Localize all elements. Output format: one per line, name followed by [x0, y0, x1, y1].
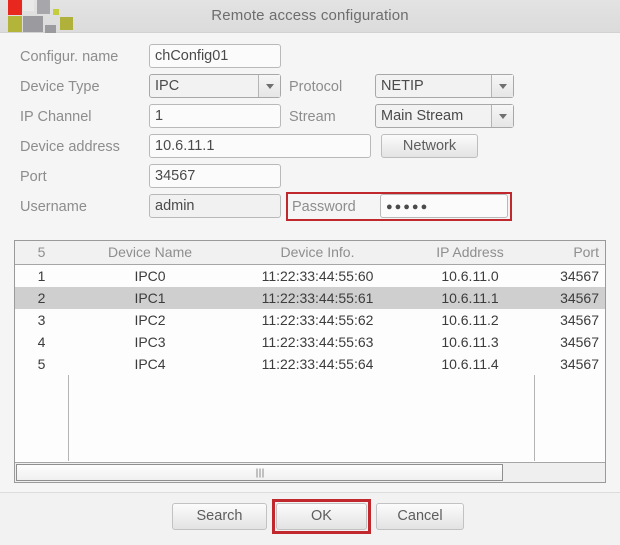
- table-row[interactable]: 1 IPC0 11:22:33:44:55:60 10.6.11.0 34567: [15, 265, 605, 287]
- table-row[interactable]: 3 IPC2 11:22:33:44:55:62 10.6.11.2 34567: [15, 309, 605, 331]
- stream-select[interactable]: Main Stream: [375, 104, 514, 128]
- row-port: 34567: [560, 334, 599, 350]
- device-type-value: IPC: [155, 78, 180, 94]
- page-title: Remote access configuration: [211, 7, 409, 24]
- table-header-device-info[interactable]: Device Info.: [230, 241, 405, 264]
- row-ip-address: 10.6.11.1: [441, 290, 499, 306]
- config-name-label: Configur. name: [20, 49, 119, 65]
- configuration-form: Configur. name chConfig01 Device Type IP…: [0, 33, 620, 225]
- device-table: 5 Device Name Device Info. IP Address Po…: [14, 240, 606, 483]
- row-device-name: IPC3: [134, 334, 166, 350]
- row-device-name: IPC1: [134, 290, 166, 306]
- network-button[interactable]: Network: [381, 134, 478, 158]
- username-input[interactable]: admin: [149, 194, 281, 218]
- device-type-label: Device Type: [20, 79, 100, 95]
- chevron-down-icon[interactable]: [491, 105, 513, 127]
- table-header-ip-address[interactable]: IP Address: [405, 241, 535, 264]
- scrollbar-thumb[interactable]: [16, 464, 503, 481]
- port-label: Port: [20, 169, 47, 185]
- row-index: 3: [37, 312, 46, 328]
- table-row[interactable]: 5 IPC4 11:22:33:44:55:64 10.6.11.4 34567: [15, 353, 605, 375]
- row-device-info: 11:22:33:44:55:62: [261, 312, 374, 328]
- stream-value: Main Stream: [381, 108, 464, 124]
- row-ip-address: 10.6.11.3: [441, 334, 499, 350]
- row-device-name: IPC2: [134, 312, 166, 328]
- row-index: 5: [37, 356, 46, 372]
- protocol-value: NETIP: [381, 78, 424, 94]
- ip-channel-label: IP Channel: [20, 109, 92, 125]
- ip-channel-input[interactable]: 1: [149, 104, 281, 128]
- row-device-info: 11:22:33:44:55:63: [261, 334, 374, 350]
- table-row[interactable]: 2 IPC1 11:22:33:44:55:61 10.6.11.1 34567: [15, 287, 605, 309]
- scrollbar-grip-icon: [256, 468, 263, 477]
- password-masked-value: ●●●●●: [386, 201, 430, 213]
- row-port: 34567: [560, 356, 599, 372]
- cancel-button[interactable]: Cancel: [376, 503, 464, 530]
- password-input[interactable]: ●●●●●: [380, 194, 508, 218]
- row-port: 34567: [560, 290, 599, 306]
- table-row[interactable]: 4 IPC3 11:22:33:44:55:63 10.6.11.3 34567: [15, 331, 605, 353]
- row-device-info: 11:22:33:44:55:60: [261, 268, 374, 284]
- row-ip-address: 10.6.11.0: [441, 268, 499, 284]
- protocol-label: Protocol: [289, 79, 343, 95]
- row-ip-address: 10.6.11.2: [441, 312, 499, 328]
- search-button[interactable]: Search: [172, 503, 267, 530]
- row-ip-address: 10.6.11.4: [441, 356, 499, 372]
- row-device-name: IPC4: [134, 356, 166, 372]
- table-header-row: 5 Device Name Device Info. IP Address Po…: [15, 241, 605, 265]
- device-address-input[interactable]: 10.6.11.1: [149, 134, 371, 158]
- username-label: Username: [20, 199, 87, 215]
- config-name-input[interactable]: chConfig01: [149, 44, 281, 68]
- table-header-port[interactable]: Port: [535, 241, 599, 264]
- chevron-down-icon[interactable]: [491, 75, 513, 97]
- table-body: 1 IPC0 11:22:33:44:55:60 10.6.11.0 34567…: [15, 265, 605, 461]
- stream-label: Stream: [289, 109, 336, 125]
- chevron-down-icon[interactable]: [258, 75, 280, 97]
- device-type-select[interactable]: IPC: [149, 74, 281, 98]
- horizontal-scrollbar[interactable]: [15, 462, 605, 482]
- ok-button[interactable]: OK: [276, 503, 367, 530]
- title-bar: Remote access configuration: [0, 0, 620, 34]
- row-index: 2: [37, 290, 46, 306]
- row-index: 4: [37, 334, 46, 350]
- row-index: 1: [37, 268, 46, 284]
- row-port: 34567: [560, 268, 599, 284]
- protocol-select[interactable]: NETIP: [375, 74, 514, 98]
- table-header-device-name[interactable]: Device Name: [70, 241, 230, 264]
- row-device-name: IPC0: [134, 268, 166, 284]
- table-header-count: 5: [37, 244, 46, 260]
- row-device-info: 11:22:33:44:55:61: [261, 290, 374, 306]
- row-device-info: 11:22:33:44:55:64: [261, 356, 374, 372]
- remote-access-configuration-dialog: Remote access configuration Configur. na…: [0, 0, 620, 545]
- device-address-label: Device address: [20, 139, 120, 155]
- row-port: 34567: [560, 312, 599, 328]
- password-label: Password: [292, 199, 356, 215]
- footer-button-bar: Search OK Cancel: [0, 493, 620, 545]
- port-input[interactable]: 34567: [149, 164, 281, 188]
